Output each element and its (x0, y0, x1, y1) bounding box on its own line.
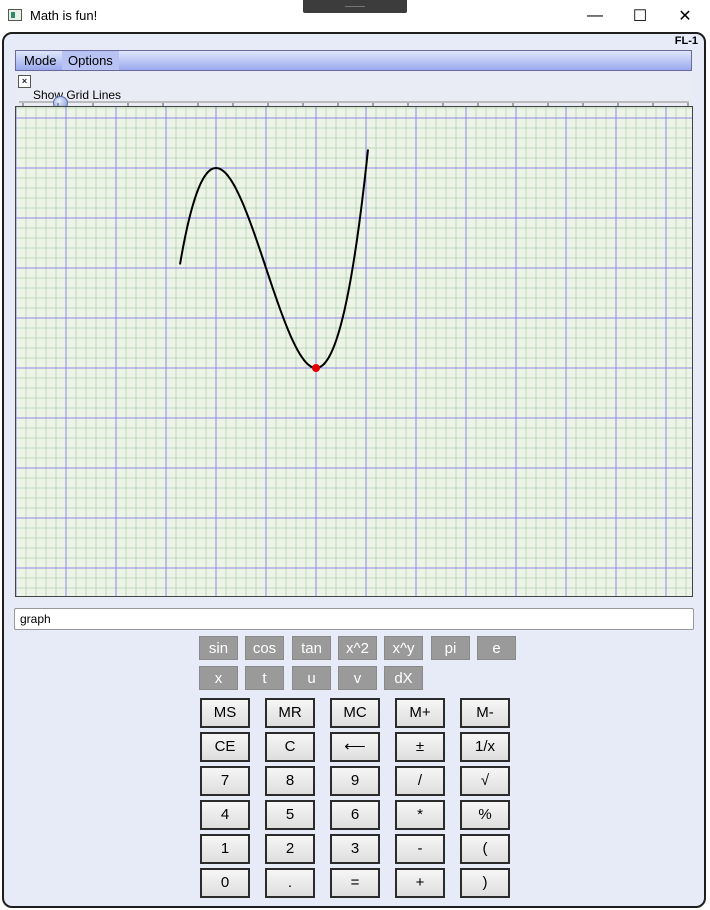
keypad-button[interactable]: MC (330, 698, 380, 728)
keypad-button[interactable]: ± (395, 732, 445, 762)
keypad-button[interactable]: ( (460, 834, 510, 864)
selected-point[interactable] (312, 364, 320, 372)
keypad-button[interactable]: - (395, 834, 445, 864)
grid-lines-label: Show Grid Lines (33, 88, 122, 102)
title-bar: Math is fun! — ☐ ✕ (0, 0, 710, 32)
keypad-button[interactable]: CE (200, 732, 250, 762)
function-button-sin[interactable]: sin (199, 636, 238, 660)
options-panel: × Show Grid Lines (15, 72, 692, 110)
function-curve (179, 149, 369, 370)
keypad-button[interactable]: / (395, 766, 445, 796)
function-button-e[interactable]: e (477, 636, 516, 660)
close-options-button[interactable]: × (18, 75, 31, 88)
variable-button-dX[interactable]: dX (384, 666, 423, 690)
keypad-button[interactable]: % (460, 800, 510, 830)
keypad-button[interactable]: √ (460, 766, 510, 796)
keypad-button[interactable]: + (395, 868, 445, 898)
keypad-button[interactable]: MS (200, 698, 250, 728)
keypad-button[interactable]: 6 (330, 800, 380, 830)
keypad-button[interactable]: ) (460, 868, 510, 898)
menu-bar: Mode Options (15, 50, 692, 71)
keypad-button[interactable]: C (265, 732, 315, 762)
window-title: Math is fun! (30, 8, 98, 23)
function-button-pi[interactable]: pi (431, 636, 470, 660)
keypad-button[interactable]: 1 (200, 834, 250, 864)
keypad-button[interactable]: 7 (200, 766, 250, 796)
keypad-button[interactable]: = (330, 868, 380, 898)
version-badge: FL-1 (674, 35, 698, 47)
menu-options[interactable]: Options (62, 51, 119, 70)
keypad-button[interactable]: 3 (330, 834, 380, 864)
expression-field[interactable]: graph (14, 608, 694, 630)
keypad-button[interactable]: 4 (200, 800, 250, 830)
app-icon (8, 9, 22, 21)
keypad-button[interactable]: * (395, 800, 445, 830)
variable-button-v[interactable]: v (338, 666, 377, 690)
maximize-button[interactable]: ☐ (617, 4, 663, 28)
keypad-button[interactable]: M- (460, 698, 510, 728)
keypad-button[interactable]: 1/x (460, 732, 510, 762)
keypad-button[interactable]: . (265, 868, 315, 898)
keypad-button[interactable]: 0 (200, 868, 250, 898)
function-button-cos[interactable]: cos (245, 636, 284, 660)
variable-button-t[interactable]: t (245, 666, 284, 690)
function-button-x2[interactable]: x^2 (338, 636, 377, 660)
keypad-button[interactable]: 8 (265, 766, 315, 796)
function-button-xy[interactable]: x^y (384, 636, 423, 660)
close-window-button[interactable]: ✕ (662, 4, 708, 28)
menu-mode[interactable]: Mode (20, 51, 61, 70)
graph-plot[interactable] (16, 107, 693, 597)
keypad-button[interactable]: 9 (330, 766, 380, 796)
keypad-button[interactable]: ⟵ (330, 732, 380, 762)
keypad-button[interactable]: 2 (265, 834, 315, 864)
function-button-tan[interactable]: tan (292, 636, 331, 660)
keypad-button[interactable]: 5 (265, 800, 315, 830)
minimize-button[interactable]: — (572, 4, 618, 28)
keypad-button[interactable]: MR (265, 698, 315, 728)
variable-button-u[interactable]: u (292, 666, 331, 690)
graph-canvas[interactable] (15, 106, 693, 597)
variable-button-x[interactable]: x (199, 666, 238, 690)
keypad-button[interactable]: M+ (395, 698, 445, 728)
drag-handle[interactable] (303, 0, 407, 13)
